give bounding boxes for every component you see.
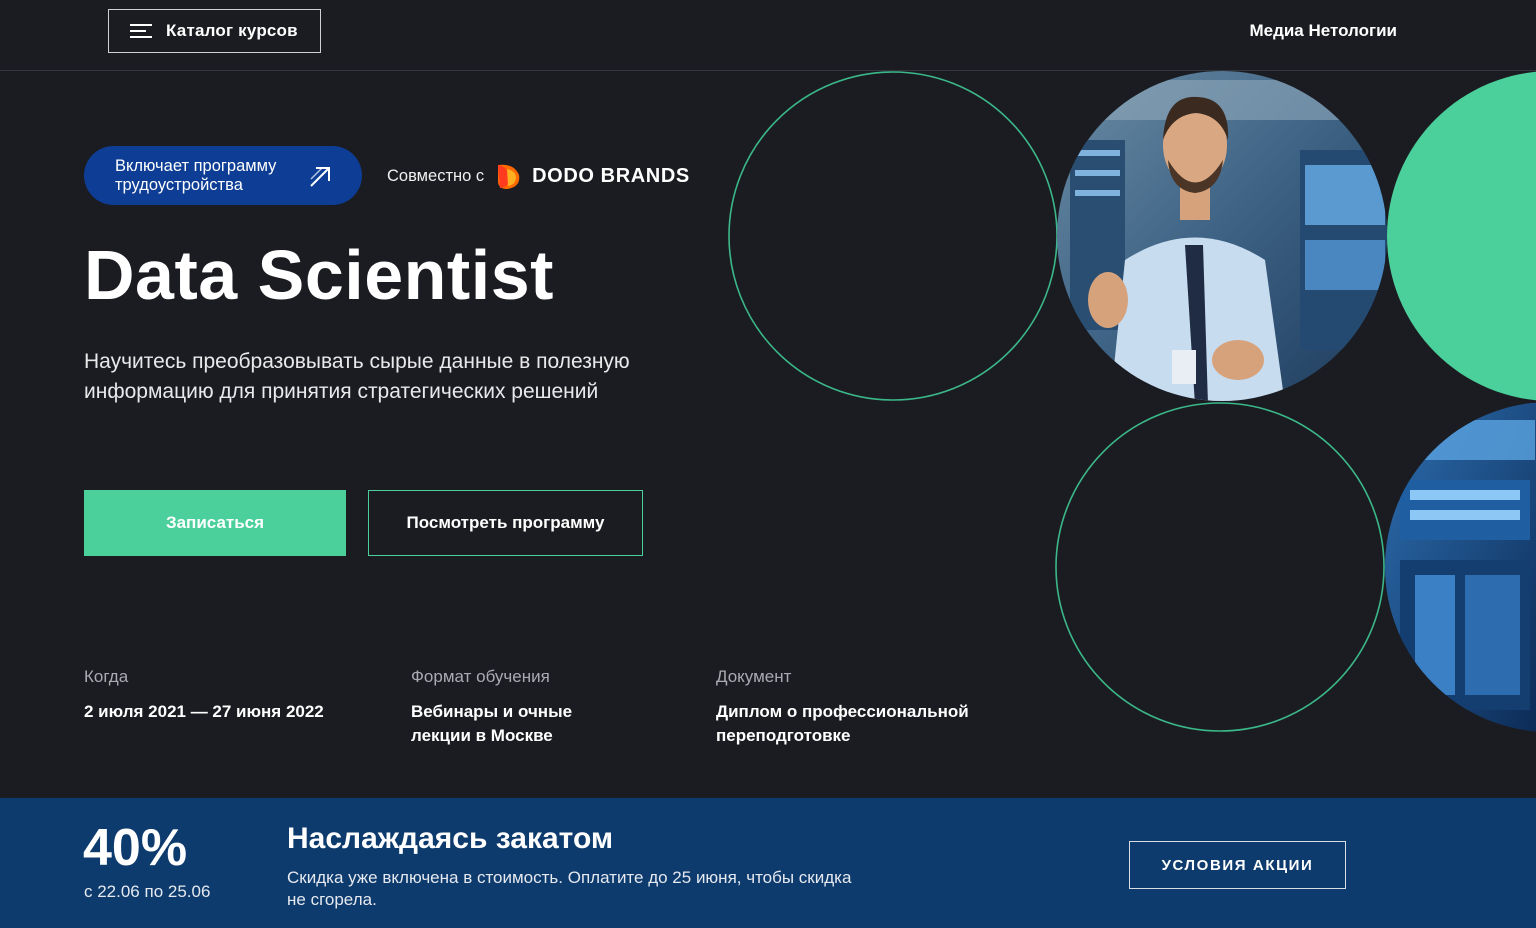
outline-circle-bottom <box>1055 402 1385 732</box>
info-format-label: Формат обучения <box>411 667 550 686</box>
view-program-button[interactable]: Посмотреть программу <box>368 490 643 556</box>
promo-banner: 40% с 22.06 по 25.06 Наслаждаясь закатом… <box>0 798 1536 928</box>
course-title: Data Scientist <box>84 236 554 314</box>
presenter-photo <box>1057 71 1387 401</box>
info-when-value: 2 июля 2021 — 27 июня 2022 <box>84 702 324 721</box>
promo-description: Скидка уже включена в стоимость. Оплатит… <box>287 868 852 909</box>
info-document: Документ Диплом о профессиональной переп… <box>716 667 996 748</box>
info-format: Формат обучения Вебинары и очные лекции … <box>411 667 611 748</box>
partner-prefix: Совместно с <box>387 166 485 185</box>
employment-program-text: Включает программу трудоустройства <box>115 156 277 194</box>
hamburger-menu-icon <box>130 23 152 39</box>
promo-dates: с 22.06 по 25.06 <box>84 882 211 901</box>
catalog-button[interactable]: Каталог курсов <box>108 9 321 53</box>
info-when-label: Когда <box>84 667 129 686</box>
info-document-value: Диплом о профессиональной переподготовке <box>716 702 969 745</box>
course-subtitle: Научитесь преобразовывать сырые данные в… <box>84 350 630 403</box>
info-format-value: Вебинары и очные лекции в Москве <box>411 702 573 745</box>
green-circle <box>1387 71 1536 401</box>
media-link[interactable]: Медиа Нетологии <box>1249 21 1397 41</box>
partner-block: Совместно с DODO BRANDS <box>387 160 690 192</box>
server-room-photo <box>1385 402 1536 732</box>
site-header: Каталог курсов Медиа Нетологии <box>0 0 1536 71</box>
info-when: Когда 2 июля 2021 — 27 июня 2022 <box>84 667 384 724</box>
signup-button[interactable]: Записаться <box>84 490 346 556</box>
partner-name: DODO BRANDS <box>532 164 690 187</box>
catalog-label: Каталог курсов <box>166 21 298 40</box>
promo-percent: 40% <box>83 819 188 877</box>
promo-title: Наслаждаясь закатом <box>287 822 614 855</box>
dodo-logo-icon <box>498 164 520 189</box>
promo-terms-button[interactable]: УСЛОВИЯ АКЦИИ <box>1129 841 1346 889</box>
outline-circle-top <box>728 71 1058 401</box>
employment-program-badge[interactable]: Включает программу трудоустройства <box>84 146 362 205</box>
info-document-label: Документ <box>716 667 792 686</box>
arrow-up-right-icon <box>310 167 330 187</box>
